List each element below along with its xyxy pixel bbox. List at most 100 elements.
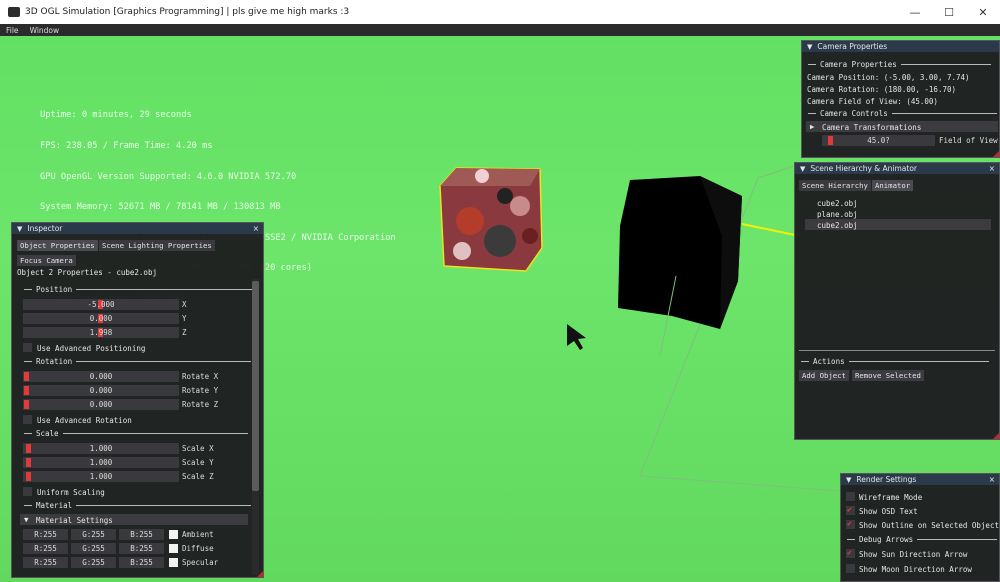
collapse-triangle-icon[interactable]: ▼ — [846, 476, 851, 484]
close-icon[interactable]: ✕ — [966, 0, 1000, 24]
hierarchy-header[interactable]: ▼ Scene Hierarchy & Animator × — [795, 163, 999, 174]
uniform-scaling-checkbox[interactable] — [23, 487, 32, 496]
camera-rotation-text: Camera Rotation: (180.00, -16.70) — [807, 85, 957, 94]
camera-controls-separator: Camera Controls — [808, 109, 997, 118]
show-outline-label: Show Outline on Selected Object — [859, 521, 999, 530]
moon-arrow-label: Show Moon Direction Arrow — [859, 565, 972, 574]
scale-z-field[interactable]: 1.000 — [23, 471, 179, 482]
ambient-g-field[interactable]: G:255 — [71, 529, 116, 540]
scale-label: Scale — [36, 429, 59, 438]
inspector-scrollbar-thumb[interactable] — [252, 281, 259, 491]
position-separator: Position — [24, 285, 257, 294]
moon-arrow-checkbox[interactable] — [846, 564, 855, 573]
scale-z-label: Scale Z — [182, 472, 214, 481]
diffuse-b-field[interactable]: B:255 — [119, 543, 164, 554]
material-separator: Material — [24, 501, 252, 510]
close-icon[interactable]: × — [989, 164, 995, 173]
rotate-y-field[interactable]: 0.000 — [23, 385, 179, 396]
wireframe-label: Wireframe Mode — [859, 493, 923, 502]
position-x-field[interactable]: -5.000 — [23, 299, 179, 310]
rotate-x-label: Rotate X — [182, 372, 219, 381]
scale-separator: Scale — [24, 429, 248, 438]
hierarchy-title: Scene Hierarchy & Animator — [810, 164, 917, 173]
advanced-position-checkbox[interactable] — [23, 343, 32, 352]
sun-arrow-label: Show Sun Direction Arrow — [859, 550, 968, 559]
advanced-position-label: Use Advanced Positioning — [37, 344, 146, 353]
render-header[interactable]: ▼ Render Settings × — [841, 474, 999, 485]
show-osd-label: Show OSD Text — [859, 507, 918, 516]
tab-scene-hierarchy[interactable]: Scene Hierarchy — [799, 180, 871, 191]
fov-slider[interactable]: 45.0? — [822, 135, 935, 146]
collapse-triangle-icon[interactable]: ▼ — [807, 43, 812, 51]
render-title: Render Settings — [856, 475, 917, 484]
position-label: Position — [36, 285, 73, 294]
add-object-button[interactable]: Add Object — [799, 370, 849, 381]
inspector-title: Inspector — [27, 224, 63, 233]
hierarchy-item-cube2-selected[interactable]: cube2.obj — [817, 221, 858, 230]
close-icon[interactable]: × — [253, 224, 259, 233]
object-heading: Object 2 Properties - cube2.obj — [17, 268, 157, 277]
actions-label: Actions — [813, 357, 845, 366]
camera-header[interactable]: ▼ Camera Properties — [802, 41, 999, 52]
diffuse-color-swatch[interactable] — [169, 544, 178, 553]
ambient-color-swatch[interactable] — [169, 530, 178, 539]
sun-arrow-checkbox[interactable] — [846, 548, 855, 558]
specular-b-field[interactable]: B:255 — [119, 557, 164, 568]
remove-selected-button[interactable]: Remove Selected — [852, 370, 924, 381]
advanced-rotation-label: Use Advanced Rotation — [37, 416, 132, 425]
debug-arrow-yellow — [741, 223, 801, 237]
show-osd-checkbox[interactable] — [846, 505, 855, 515]
specular-color-swatch[interactable] — [169, 558, 178, 567]
inspector-scrollbar[interactable] — [252, 279, 259, 575]
camera-controls-label: Camera Controls — [820, 109, 888, 118]
specular-r-field[interactable]: R:255 — [23, 557, 68, 568]
hierarchy-item-cube2[interactable]: cube2.obj — [817, 199, 858, 208]
mouse-cursor — [567, 324, 586, 350]
ambient-r-field[interactable]: R:255 — [23, 529, 68, 540]
collapse-triangle-icon[interactable]: ▼ — [800, 165, 805, 173]
plane-edge-bottom — [639, 475, 841, 492]
osd-fps: FPS: 238.05 / Frame Time: 4.20 ms — [40, 141, 213, 152]
material-label: Material — [36, 501, 73, 510]
camera-title: Camera Properties — [817, 42, 888, 51]
inspector-header[interactable]: ▼ Inspector × — [12, 223, 263, 234]
diffuse-g-field[interactable]: G:255 — [71, 543, 116, 554]
tab-object-properties[interactable]: Object Properties — [17, 240, 98, 251]
scale-y-field[interactable]: 1.000 — [23, 457, 179, 468]
uniform-scaling-label: Uniform Scaling — [37, 488, 105, 497]
position-y-field[interactable]: 0.000 — [23, 313, 179, 324]
position-z-field[interactable]: 1.998 — [23, 327, 179, 338]
tab-scene-lighting[interactable]: Scene Lighting Properties — [99, 240, 215, 251]
scale-x-field[interactable]: 1.000 — [23, 443, 179, 454]
menu-file[interactable]: File — [0, 26, 24, 35]
ambient-b-field[interactable]: B:255 — [119, 529, 164, 540]
rotate-x-field[interactable]: 0.000 — [23, 371, 179, 382]
osd-gl-version: GPU OpenGL Version Supported: 4.6.0 NVID… — [40, 171, 297, 182]
camera-fov-text: Camera Field of View: (45.00) — [807, 97, 938, 106]
menu-bar: File Window — [0, 24, 1000, 36]
rotate-z-field[interactable]: 0.000 — [23, 399, 179, 410]
collapse-triangle-icon[interactable]: ▼ — [17, 225, 22, 233]
expand-triangle-icon[interactable]: ▶ — [810, 122, 815, 131]
close-icon[interactable]: × — [989, 475, 995, 484]
show-outline-checkbox[interactable] — [846, 519, 855, 529]
focus-camera-button[interactable]: Focus Camera — [17, 255, 76, 266]
minimize-icon[interactable]: — — [898, 0, 932, 24]
menu-window[interactable]: Window — [24, 26, 65, 35]
position-z-label: Z — [182, 328, 187, 337]
resize-handle-icon[interactable] — [257, 571, 263, 577]
osd-uptime: Uptime: 0 minutes, 29 seconds — [40, 110, 192, 121]
maximize-icon[interactable]: ☐ — [932, 0, 966, 24]
wireframe-checkbox[interactable] — [846, 492, 855, 501]
resize-handle-icon[interactable] — [993, 151, 999, 157]
camera-position-text: Camera Position: (-5.00, 3.00, 7.74) — [807, 73, 970, 82]
actions-separator: Actions — [801, 357, 989, 366]
diffuse-r-field[interactable]: R:255 — [23, 543, 68, 554]
tab-animator[interactable]: Animator — [872, 180, 914, 191]
scale-y-label: Scale Y — [182, 458, 214, 467]
material-settings-triangle-icon[interactable]: ▼ — [24, 515, 29, 524]
advanced-rotation-checkbox[interactable] — [23, 415, 32, 424]
hierarchy-item-plane[interactable]: plane.obj — [817, 210, 858, 219]
resize-handle-icon[interactable] — [993, 433, 999, 439]
specular-g-field[interactable]: G:255 — [71, 557, 116, 568]
